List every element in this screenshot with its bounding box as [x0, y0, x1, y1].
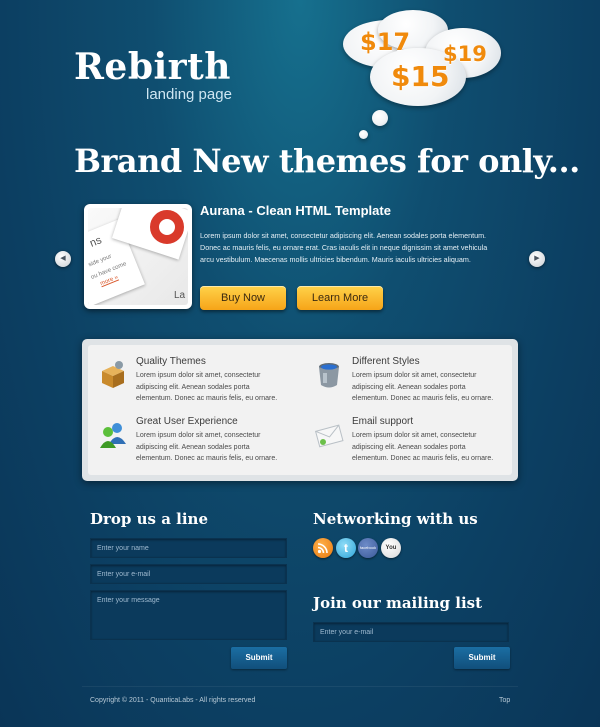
copyright-text: Copyright © 2011 - QuanticaLabs - All ri… — [90, 697, 256, 704]
networking-title: Networking with us — [313, 510, 478, 528]
feature-text: Lorem ipsum dolor sit amet, consectetur … — [352, 432, 494, 462]
slide-thumbnail[interactable]: ns side your ou have come more » La — [84, 204, 192, 309]
feature-title: Different Styles — [352, 356, 420, 367]
features-panel: Quality Themes Lorem ipsum dolor sit ame… — [82, 339, 518, 481]
paint-bucket-icon — [319, 363, 339, 388]
slide-title: Aurana - Clean HTML Template — [200, 203, 391, 218]
price-15: $15 — [391, 60, 450, 93]
feature-title: Email support — [352, 416, 414, 427]
mailing-submit-button[interactable]: Submit — [454, 647, 510, 669]
slide-description: Lorem ipsum dolor sit amet, consectetur … — [200, 231, 488, 264]
facebook-label: facebook — [359, 545, 377, 550]
twitter-icon[interactable]: t — [336, 538, 356, 558]
slider-prev-button[interactable]: ◀ — [55, 251, 71, 267]
arrow-right-icon: ▶ — [534, 255, 540, 262]
feature-title: Quality Themes — [136, 356, 206, 367]
contact-submit-button[interactable]: Submit — [231, 647, 287, 669]
users-icon — [100, 423, 126, 448]
name-input[interactable]: Enter your name — [90, 538, 287, 558]
lifebuoy-icon — [150, 210, 184, 244]
logo-subtitle: landing page — [146, 86, 232, 103]
feature-text: Lorem ipsum dolor sit amet, consectetur … — [136, 432, 278, 462]
feature-title: Great User Experience — [136, 416, 238, 427]
headline: Brand New themes for only... — [74, 142, 580, 180]
youtube-icon[interactable]: You — [381, 538, 401, 558]
feature-text: Lorem ipsum dolor sit amet, consectetur … — [136, 372, 278, 402]
back-to-top-link[interactable]: Top — [499, 697, 510, 704]
footer-divider — [82, 686, 518, 687]
mailing-email-input[interactable]: Enter your e-mail — [313, 622, 509, 642]
learn-more-button[interactable]: Learn More — [297, 286, 383, 310]
logo-title[interactable]: Rebirth — [74, 46, 231, 88]
email-input[interactable]: Enter your e-mail — [90, 564, 287, 584]
package-icon — [102, 361, 124, 388]
rss-icon[interactable] — [313, 538, 333, 558]
feature-text: Lorem ipsum dolor sit amet, consectetur … — [352, 372, 494, 402]
price-19: $19 — [443, 42, 487, 66]
price-17: $17 — [360, 28, 411, 56]
contact-title: Drop us a line — [90, 510, 208, 528]
facebook-icon[interactable]: facebook — [358, 538, 378, 558]
message-textarea[interactable]: Enter your message — [90, 590, 287, 640]
slider-next-button[interactable]: ▶ — [529, 251, 545, 267]
buy-now-button[interactable]: Buy Now — [200, 286, 286, 310]
envelope-icon — [314, 424, 344, 448]
mailing-title: Join our mailing list — [313, 594, 483, 612]
arrow-left-icon: ◀ — [60, 255, 66, 262]
youtube-label: You — [385, 545, 397, 551]
thumb-text: La — [174, 290, 186, 301]
